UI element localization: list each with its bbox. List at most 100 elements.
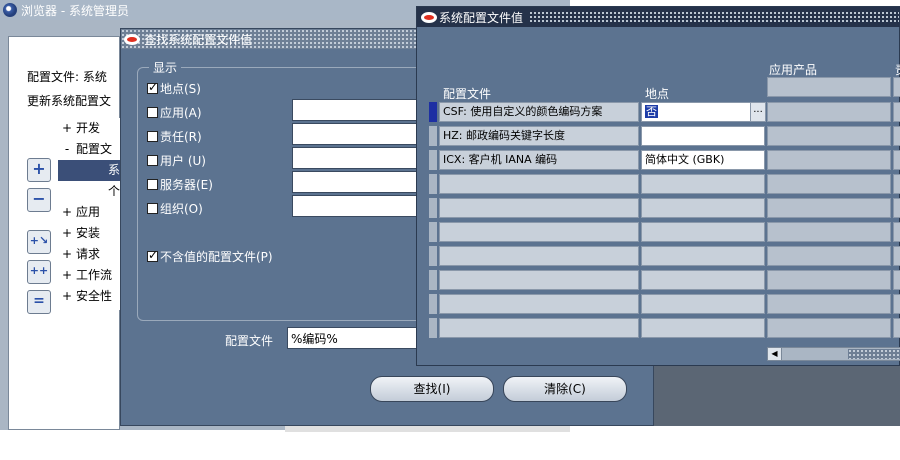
site-checkbox[interactable]: 地点(S) — [147, 80, 201, 97]
no-value-checkbox[interactable]: 不含值的配置文件(P) — [147, 248, 273, 265]
checkbox — [147, 131, 158, 142]
profile-cell[interactable]: CSF: 使用自定义的颜色编码方案 — [439, 102, 639, 122]
row-indicator[interactable] — [429, 270, 437, 290]
tree-item[interactable]: + 应用 — [58, 202, 120, 223]
tree-item[interactable]: - 配置文 — [58, 139, 120, 160]
tree-item-selected[interactable]: 系 — [58, 160, 120, 181]
application-value-cell[interactable] — [767, 270, 891, 290]
desktop-area — [654, 366, 900, 426]
row-indicator[interactable] — [429, 126, 437, 146]
tree-item[interactable]: + 开发 — [58, 118, 120, 139]
expand-all-button[interactable]: ++ — [27, 260, 51, 284]
oracle-icon — [421, 11, 437, 23]
profile-cell[interactable] — [439, 174, 639, 194]
server-checkbox[interactable]: 服务器(E) — [147, 176, 213, 193]
oracle-icon — [124, 33, 140, 45]
site-value-cell[interactable] — [641, 294, 765, 314]
clear-button[interactable]: 清除(C) — [503, 376, 627, 402]
site-value-cell[interactable]: 否 — [641, 102, 751, 122]
horizontal-scrollbar[interactable]: ◀ — [767, 347, 900, 361]
list-of-values-button[interactable]: ... — [750, 102, 766, 122]
application-value-cell[interactable] — [767, 102, 891, 122]
display-group-label: 显示 — [149, 59, 182, 76]
tree-item[interactable]: + 安装 — [58, 223, 120, 244]
profile-values-window: 系统配置文件值 应用产品 责 配置文件 地点 CSF: 使用自定义的颜色编码方案… — [416, 6, 900, 366]
expand-all-icon: ++ — [29, 264, 49, 277]
profile-cell[interactable] — [439, 246, 639, 266]
profile-cell[interactable] — [439, 222, 639, 242]
responsibility-value-cell[interactable] — [893, 270, 900, 290]
responsibility-value-cell[interactable] — [893, 102, 900, 122]
responsibility-value-cell[interactable] — [893, 174, 900, 194]
profile-cell[interactable] — [439, 318, 639, 338]
responsibility-value-cell[interactable] — [893, 126, 900, 146]
responsibility-value-cell[interactable] — [893, 246, 900, 266]
site-value-cell[interactable] — [641, 174, 765, 194]
responsibility-checkbox[interactable]: 责任(R) — [147, 128, 202, 145]
application-value-cell[interactable] — [767, 126, 891, 146]
site-value-cell[interactable] — [641, 318, 765, 338]
update-label: 更新系统配置文 — [27, 94, 112, 108]
row-indicator[interactable] — [429, 318, 437, 338]
user-field[interactable] — [292, 147, 422, 169]
application-value-cell[interactable] — [767, 294, 891, 314]
responsibility-value-cell[interactable] — [893, 222, 900, 242]
organization-field[interactable] — [292, 195, 422, 217]
profile-cell[interactable] — [439, 198, 639, 218]
responsibility-field[interactable] — [292, 123, 422, 145]
site-value-cell[interactable] — [641, 222, 765, 242]
profile-values-titlebar[interactable]: 系统配置文件值 — [417, 7, 900, 27]
tree-item[interactable]: + 安全性 — [58, 286, 120, 307]
column-header-profile: 配置文件 — [443, 87, 492, 101]
tree-item[interactable]: + 请求 — [58, 244, 120, 265]
row-indicator-current[interactable] — [429, 102, 437, 122]
site-value-cell[interactable] — [641, 198, 765, 218]
profile-cell[interactable] — [439, 294, 639, 314]
responsibility-value-cell[interactable] — [893, 318, 900, 338]
collapse-button[interactable]: − — [27, 188, 51, 212]
responsibility-value-cell[interactable] — [893, 294, 900, 314]
row-indicator[interactable] — [429, 222, 437, 242]
responsibility-value-cell[interactable] — [893, 198, 900, 218]
expand-button[interactable]: + — [27, 158, 51, 182]
find-titlebar[interactable]: 查找系统配置文件值 — [121, 29, 421, 49]
row-indicator[interactable] — [429, 174, 437, 194]
profile-input[interactable]: %编码% — [287, 327, 423, 349]
expand-branch-button[interactable]: +↘ — [27, 230, 51, 254]
application-value-cell[interactable] — [767, 174, 891, 194]
responsibility-header-cell — [893, 77, 900, 97]
scroll-left-icon[interactable]: ◀ — [768, 348, 782, 360]
site-value-cell[interactable] — [641, 246, 765, 266]
application-value-cell[interactable] — [767, 222, 891, 242]
organization-checkbox[interactable]: 组织(O) — [147, 200, 203, 217]
profile-cell[interactable] — [439, 270, 639, 290]
find-button[interactable]: 查找(I) — [370, 376, 494, 402]
row-indicator[interactable] — [429, 246, 437, 266]
site-value-cell[interactable]: 简体中文 (GBK) — [641, 150, 765, 170]
row-indicator[interactable] — [429, 198, 437, 218]
tree-item[interactable]: + 工作流 — [58, 265, 120, 286]
profile-label: 配置文件: 系统 — [27, 70, 107, 84]
collapse-all-icon: = — [33, 293, 45, 309]
checkbox-checked — [147, 80, 158, 94]
server-field[interactable] — [292, 171, 422, 193]
application-value-cell[interactable] — [767, 198, 891, 218]
profile-cell[interactable]: HZ: 邮政编码关键字长度 — [439, 126, 639, 146]
tree-item[interactable]: 个 — [58, 181, 120, 202]
user-checkbox[interactable]: 用户 (U) — [147, 152, 206, 169]
profile-cell[interactable]: ICX: 客户机 IANA 编码 — [439, 150, 639, 170]
application-value-cell[interactable] — [767, 246, 891, 266]
row-indicator[interactable] — [429, 150, 437, 170]
row-indicator[interactable] — [429, 294, 437, 314]
application-value-cell[interactable] — [767, 318, 891, 338]
collapse-all-button[interactable]: = — [27, 290, 51, 314]
titlebar-texture — [529, 11, 899, 23]
application-value-cell[interactable] — [767, 150, 891, 170]
application-field[interactable] — [292, 99, 422, 121]
globe-icon — [3, 3, 17, 17]
site-value-cell[interactable] — [641, 126, 765, 146]
scroll-thumb[interactable] — [848, 349, 900, 359]
responsibility-value-cell[interactable] — [893, 150, 900, 170]
application-checkbox[interactable]: 应用(A) — [147, 104, 202, 121]
site-value-cell[interactable] — [641, 270, 765, 290]
